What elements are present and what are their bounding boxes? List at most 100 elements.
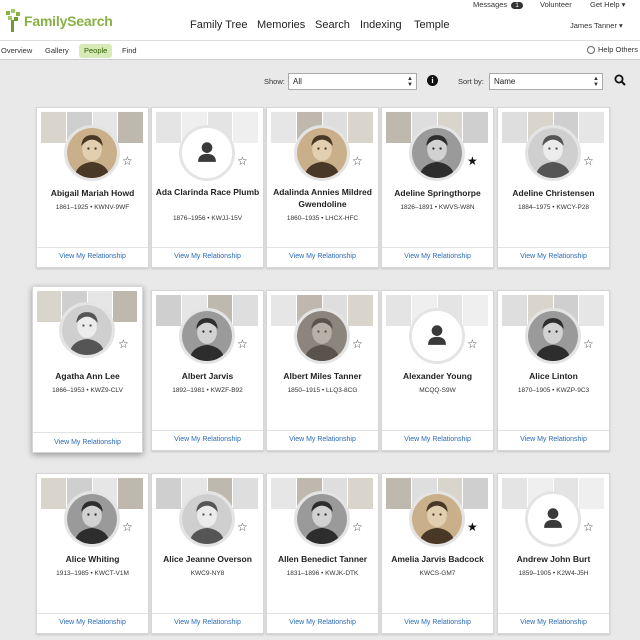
view-relationship-link[interactable]: View My Relationship	[37, 253, 148, 260]
person-name[interactable]: Adalinda Annies Mildred Gwendoline	[269, 186, 376, 210]
nav-family-tree[interactable]: Family Tree	[190, 19, 247, 31]
view-relationship-link[interactable]: View My Relationship	[382, 253, 493, 260]
person-portrait[interactable]	[524, 491, 581, 547]
star-empty-icon[interactable]: ☆	[237, 521, 248, 533]
search-icon[interactable]	[614, 74, 626, 86]
view-relationship-link[interactable]: View My Relationship	[267, 619, 378, 626]
star-empty-icon[interactable]: ☆	[583, 155, 594, 167]
person-card[interactable]: ☆ Adeline Christensen 1884–1975 • KWCY-P28…	[497, 107, 610, 268]
person-name[interactable]: Ada Clarinda Race Plumb	[154, 186, 261, 198]
sort-select[interactable]: Name ▲ ▼	[489, 73, 603, 90]
view-relationship-link[interactable]: View My Relationship	[382, 619, 493, 626]
person-name[interactable]: Alice Jeanne Overson	[154, 553, 261, 565]
nav-temple[interactable]: Temple	[414, 19, 449, 31]
person-card[interactable]: ☆ Alexander Young MCQQ-S9W View My Relation…	[381, 290, 494, 451]
person-name[interactable]: Alexander Young	[384, 370, 491, 382]
person-portrait[interactable]	[63, 125, 120, 181]
star-empty-icon[interactable]: ☆	[583, 338, 594, 350]
star-empty-icon[interactable]: ☆	[237, 338, 248, 350]
info-icon[interactable]: i	[427, 75, 438, 86]
star-empty-icon[interactable]: ☆	[583, 521, 594, 533]
volunteer-link[interactable]: Volunteer	[540, 0, 572, 10]
logo-text: FamilySearch	[24, 13, 113, 29]
person-name[interactable]: Alice Linton	[500, 370, 607, 382]
person-portrait[interactable]	[178, 308, 235, 364]
person-card[interactable]: ☆ Ada Clarinda Race Plumb 1876–1956 • KWJJ…	[151, 107, 264, 268]
star-empty-icon[interactable]: ☆	[352, 155, 363, 167]
star-empty-icon[interactable]: ☆	[352, 338, 363, 350]
person-portrait[interactable]	[524, 125, 581, 181]
person-card[interactable]: ☆ Albert Jarvis 1892–1981 • KWZF-B92 View M…	[151, 290, 264, 451]
person-card[interactable]: ☆ Andrew John Burt 1859–1905 • K2W4-J5H Vie…	[497, 473, 610, 634]
person-portrait[interactable]	[63, 491, 120, 547]
person-portrait[interactable]	[524, 308, 581, 364]
person-card[interactable]: ★ Adeline Springthorpe 1826–1891 • KWVS-W8…	[381, 107, 494, 268]
help-others-link[interactable]: Help Others	[587, 45, 638, 54]
get-help-link[interactable]: Get Help ▾	[590, 0, 625, 10]
banner-photo-thumbnail	[579, 478, 604, 509]
view-relationship-link[interactable]: View My Relationship	[498, 253, 609, 260]
tab-gallery[interactable]: Gallery	[40, 44, 74, 58]
star-empty-icon[interactable]: ☆	[237, 155, 248, 167]
star-filled-icon[interactable]: ★	[467, 521, 478, 533]
nav-search[interactable]: Search	[315, 19, 350, 31]
view-relationship-link[interactable]: View My Relationship	[152, 436, 263, 443]
star-filled-icon[interactable]: ★	[467, 155, 478, 167]
star-empty-icon[interactable]: ☆	[122, 521, 133, 533]
view-relationship-link[interactable]: View My Relationship	[152, 253, 263, 260]
view-relationship-link[interactable]: View My Relationship	[498, 436, 609, 443]
person-name[interactable]: Albert Miles Tanner	[269, 370, 376, 382]
person-lifespan-id: 1860–1935 • LHCX-HFC	[286, 215, 359, 222]
person-portrait[interactable]	[408, 308, 465, 364]
person-lifespan-id: 1861–1925 • KWNV-9WF	[55, 204, 130, 211]
person-name[interactable]: Andrew John Burt	[500, 553, 607, 565]
person-name[interactable]: Agatha Ann Lee	[35, 370, 140, 382]
view-relationship-link[interactable]: View My Relationship	[33, 439, 142, 446]
person-card[interactable]: ☆ Alice Jeanne Overson KWC9-NY8 View My Rel…	[151, 473, 264, 634]
star-empty-icon[interactable]: ☆	[352, 521, 363, 533]
tab-people[interactable]: People	[79, 44, 113, 58]
person-portrait[interactable]	[408, 125, 465, 181]
person-card[interactable]: ☆ Agatha Ann Lee 1866–1953 • KWZ9-CLV View …	[32, 286, 143, 453]
banner-photo-thumbnail	[41, 478, 66, 509]
person-card[interactable]: ☆ Allen Benedict Tanner 1831–1896 • KWJK-D…	[266, 473, 379, 634]
person-portrait[interactable]	[178, 125, 235, 181]
person-name[interactable]: Abigail Mariah Howd	[39, 187, 146, 199]
person-portrait[interactable]	[293, 491, 350, 547]
person-card[interactable]: ☆ Adalinda Annies Mildred Gwendoline 1860–…	[266, 107, 379, 268]
star-empty-icon[interactable]: ☆	[467, 338, 478, 350]
person-card[interactable]: ★ Amelia Jarvis Badcock KWCS-GM7 View My Re…	[381, 473, 494, 634]
person-name[interactable]: Albert Jarvis	[154, 370, 261, 382]
person-name[interactable]: Adeline Christensen	[500, 187, 607, 199]
show-filter-select[interactable]: All ▲ ▼	[288, 73, 417, 90]
star-empty-icon[interactable]: ☆	[118, 338, 129, 350]
person-portrait[interactable]	[178, 491, 235, 547]
person-name[interactable]: Amelia Jarvis Badcock	[384, 553, 491, 565]
person-portrait[interactable]	[408, 491, 465, 547]
tab-find[interactable]: Find	[117, 44, 142, 58]
person-card[interactable]: ☆ Abigail Mariah Howd 1861–1925 • KWNV-9WF…	[36, 107, 149, 268]
tab-overview[interactable]: Overview	[0, 44, 37, 58]
person-portrait[interactable]	[293, 308, 350, 364]
person-card[interactable]: ☆ Alice Linton 1870–1905 • KWZP-9C3 View My…	[497, 290, 610, 451]
banner-photo-thumbnail	[386, 295, 411, 326]
person-name[interactable]: Allen Benedict Tanner	[269, 553, 376, 565]
view-relationship-link[interactable]: View My Relationship	[267, 436, 378, 443]
view-relationship-link[interactable]: View My Relationship	[267, 253, 378, 260]
person-name[interactable]: Alice Whiting	[39, 553, 146, 565]
star-empty-icon[interactable]: ☆	[122, 155, 133, 167]
view-relationship-link[interactable]: View My Relationship	[498, 619, 609, 626]
view-relationship-link[interactable]: View My Relationship	[152, 619, 263, 626]
nav-memories[interactable]: Memories	[257, 19, 305, 31]
view-relationship-link[interactable]: View My Relationship	[382, 436, 493, 443]
user-menu[interactable]: James Tanner ▾	[570, 21, 623, 30]
person-portrait[interactable]	[58, 302, 115, 358]
view-relationship-link[interactable]: View My Relationship	[37, 619, 148, 626]
person-card[interactable]: ☆ Albert Miles Tanner 1850–1915 • LLQ3-8CG…	[266, 290, 379, 451]
nav-indexing[interactable]: Indexing	[360, 19, 402, 31]
familysearch-logo[interactable]: FamilySearch	[4, 8, 124, 34]
person-portrait[interactable]	[293, 125, 350, 181]
person-card[interactable]: ☆ Alice Whiting 1913–1985 • KWCT-V1M View M…	[36, 473, 149, 634]
person-name[interactable]: Adeline Springthorpe	[384, 187, 491, 199]
messages-link[interactable]: Messages 1	[473, 0, 523, 10]
